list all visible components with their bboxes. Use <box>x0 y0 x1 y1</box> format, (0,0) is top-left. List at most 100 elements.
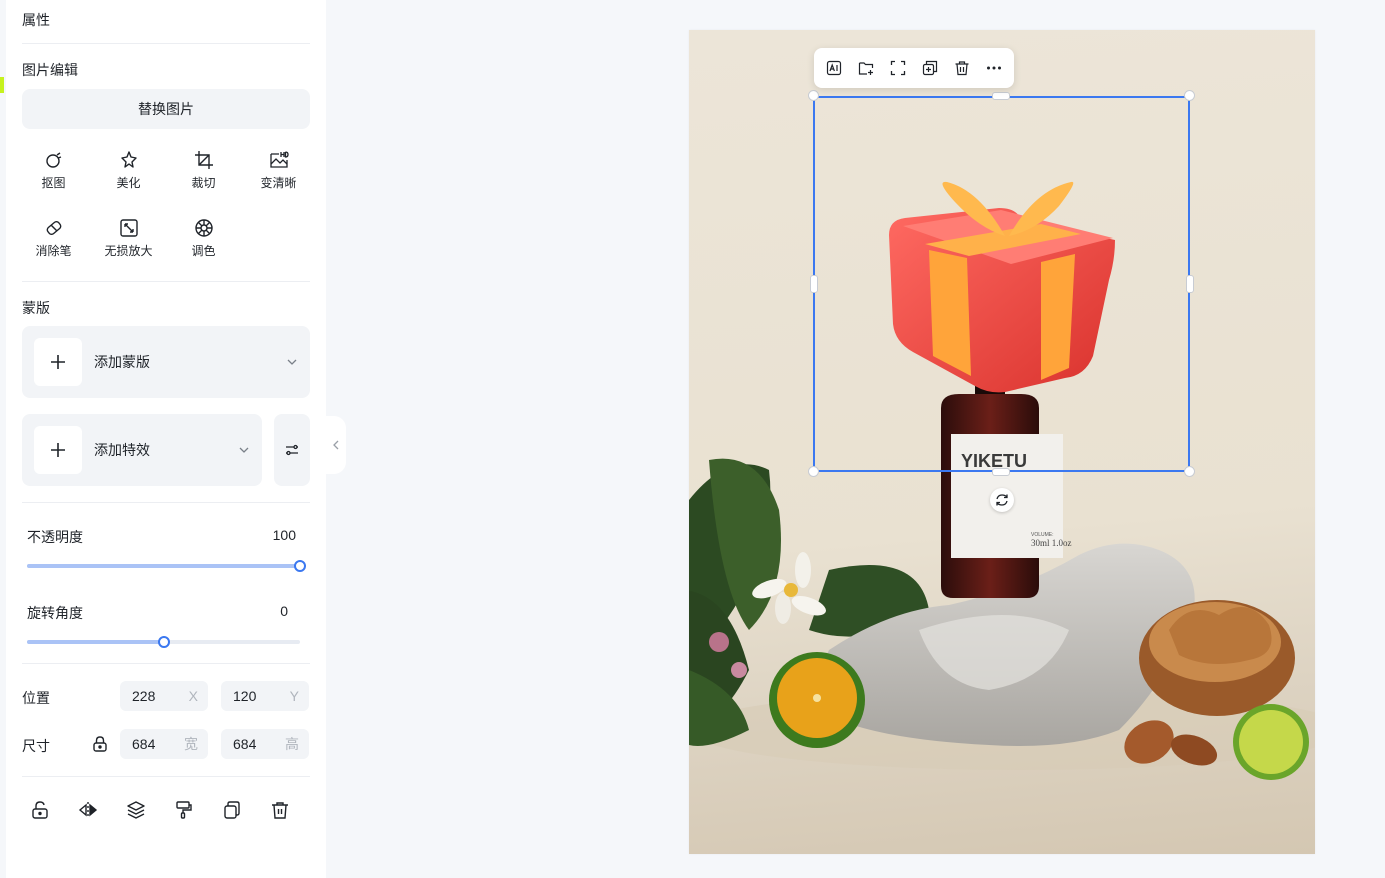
width-value: 684 <box>132 736 156 752</box>
tool-label: 无损放大 <box>104 244 153 258</box>
opacity-label: 不透明度 <box>27 529 83 545</box>
tool-label: 调色 <box>191 244 216 258</box>
opacity-slider-fill <box>27 564 300 568</box>
properties-panel: 属性 图片编辑 替换图片 抠图 美化 裁切 变清晰 消除笔 无损放大 调色 蒙版… <box>6 0 326 878</box>
tool-label: 消除笔 <box>35 244 72 258</box>
edge-indicator <box>0 77 4 93</box>
height-unit: 高 <box>285 736 299 752</box>
add-effect-dropdown[interactable]: 添加特效 <box>22 414 262 486</box>
position-x-input[interactable]: 228 X <box>120 681 208 711</box>
position-label: 位置 <box>22 690 50 706</box>
sliders-icon <box>286 444 298 456</box>
panel-title: 属性 <box>22 12 50 28</box>
opacity-value[interactable]: 100 <box>256 527 296 543</box>
plus-icon <box>34 426 82 474</box>
duplicate-icon <box>922 60 938 76</box>
divider <box>22 776 310 777</box>
height-value: 684 <box>233 736 257 752</box>
copy-icon[interactable] <box>222 800 242 820</box>
tool-color-adjust[interactable]: 调色 <box>166 218 241 270</box>
resize-handle-nw[interactable] <box>808 90 819 101</box>
resize-handle-w[interactable] <box>810 275 818 293</box>
resize-handle-s[interactable] <box>992 468 1010 476</box>
rotation-label: 旋转角度 <box>27 605 83 621</box>
resize-handle-n[interactable] <box>992 92 1010 100</box>
divider <box>22 663 310 664</box>
opacity-slider[interactable] <box>27 560 306 572</box>
plus-icon <box>34 338 82 386</box>
duplicate-button[interactable] <box>920 58 940 78</box>
add-folder-button[interactable] <box>856 58 876 78</box>
tool-label: 裁切 <box>191 176 216 190</box>
position-y-unit: Y <box>289 688 299 704</box>
hd-icon <box>269 151 289 168</box>
replace-image-button[interactable]: 替换图片 <box>22 89 310 129</box>
width-unit: 宽 <box>184 736 198 752</box>
bottom-actions <box>30 800 290 822</box>
tool-label: 美化 <box>116 176 141 190</box>
position-x-unit: X <box>188 688 198 704</box>
resize-handle-sw[interactable] <box>808 466 819 477</box>
ai-button[interactable] <box>824 58 844 78</box>
rotate-icon <box>996 494 1008 506</box>
add-effect-label: 添加特效 <box>94 442 150 458</box>
rotation-slider-thumb[interactable] <box>158 636 170 648</box>
resize-handle-se[interactable] <box>1184 466 1195 477</box>
more-button[interactable] <box>984 58 1004 78</box>
fullscreen-button[interactable] <box>888 58 908 78</box>
layers-icon[interactable] <box>126 800 146 820</box>
upscale-icon <box>119 219 138 237</box>
cutout-icon <box>45 152 61 168</box>
selection-box[interactable] <box>813 96 1190 472</box>
tool-upscale[interactable]: 无损放大 <box>91 218 166 270</box>
rotation-slider[interactable] <box>27 636 300 648</box>
rotation-value[interactable]: 0 <box>256 603 288 619</box>
size-label: 尺寸 <box>22 738 50 754</box>
image-edit-heading: 图片编辑 <box>22 62 78 78</box>
divider <box>22 281 310 282</box>
chevron-down-icon <box>239 447 249 453</box>
trash-icon <box>955 61 969 76</box>
volume-value: 30ml 1.0oz <box>1031 538 1072 548</box>
add-mask-dropdown[interactable]: 添加蒙版 <box>22 326 310 398</box>
chevron-down-icon <box>287 359 297 365</box>
color-adjust-icon <box>194 219 213 237</box>
flip-icon[interactable] <box>78 800 98 820</box>
add-folder-icon <box>858 62 874 75</box>
effect-settings-button[interactable] <box>274 414 310 486</box>
crop-icon <box>194 151 213 169</box>
tool-beautify[interactable]: 美化 <box>91 150 166 202</box>
mask-heading: 蒙版 <box>22 300 50 316</box>
rotation-slider-fill <box>27 640 164 644</box>
fullscreen-icon <box>890 60 906 76</box>
delete-button[interactable] <box>952 58 972 78</box>
trash-icon[interactable] <box>270 800 290 820</box>
more-icon <box>987 66 1001 70</box>
tool-eraser[interactable]: 消除笔 <box>16 218 91 270</box>
collapse-panel-button[interactable] <box>326 416 346 474</box>
width-input[interactable]: 684 宽 <box>120 729 208 759</box>
position-y-value: 120 <box>233 688 257 704</box>
unlock-icon[interactable] <box>30 800 50 820</box>
tool-label: 变清晰 <box>260 176 297 190</box>
resize-handle-ne[interactable] <box>1184 90 1195 101</box>
position-x-value: 228 <box>132 688 156 704</box>
chevron-left-icon <box>333 440 339 450</box>
height-input[interactable]: 684 高 <box>221 729 309 759</box>
resize-handle-e[interactable] <box>1186 275 1194 293</box>
position-y-input[interactable]: 120 Y <box>221 681 309 711</box>
floating-toolbar <box>814 48 1014 88</box>
format-painter-icon[interactable] <box>174 800 194 820</box>
opacity-slider-thumb[interactable] <box>294 560 306 572</box>
tool-crop[interactable]: 裁切 <box>166 150 241 202</box>
eraser-icon <box>46 220 61 236</box>
add-mask-label: 添加蒙版 <box>94 354 150 370</box>
rotate-handle[interactable] <box>990 488 1014 512</box>
beautify-icon <box>120 151 137 168</box>
tool-cutout[interactable]: 抠图 <box>16 150 91 202</box>
tool-label: 抠图 <box>41 176 66 190</box>
tool-hd[interactable]: 变清晰 <box>241 150 316 202</box>
lock-icon[interactable] <box>92 735 108 753</box>
divider <box>22 502 310 503</box>
ai-icon <box>826 60 842 76</box>
